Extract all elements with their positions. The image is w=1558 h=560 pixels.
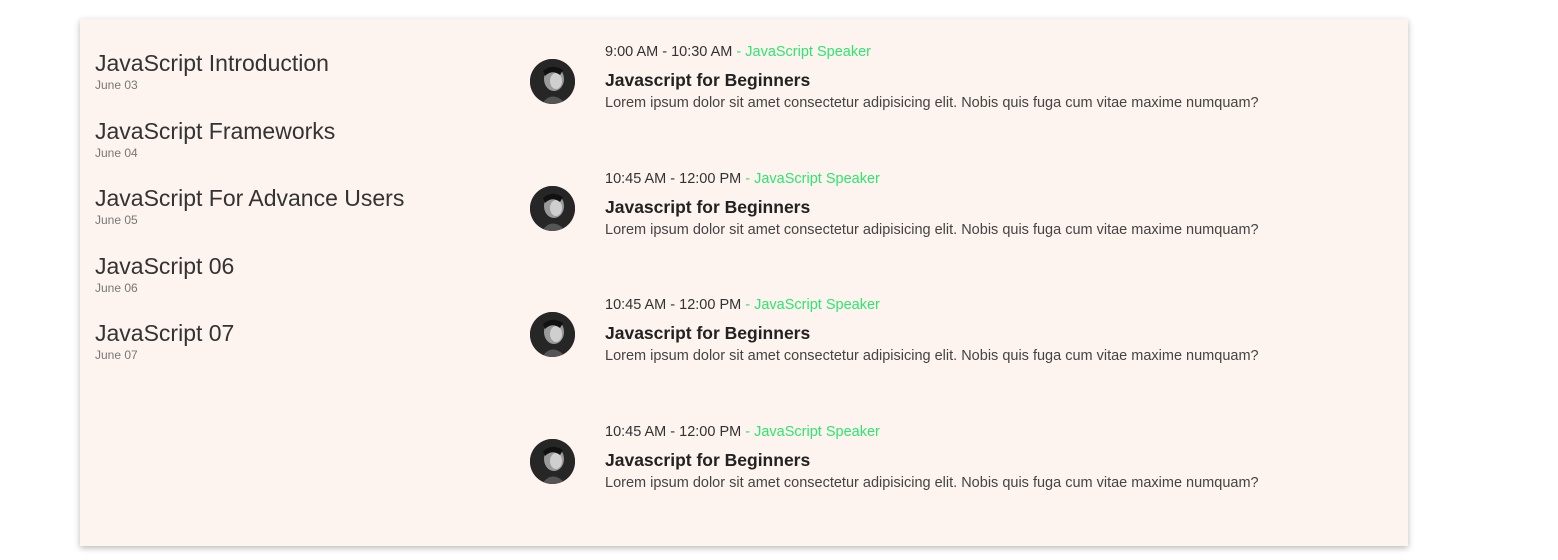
speaker-avatar xyxy=(530,438,575,484)
speaker-link[interactable]: - JavaScript Speaker xyxy=(741,171,880,187)
day-date: June 05 xyxy=(95,213,138,227)
day-title: JavaScript 06 xyxy=(95,252,235,279)
day-item-4[interactable]: JavaScript 06 June 06 xyxy=(95,253,495,321)
session-body: 10:45 AM - 12:00 PM - JavaScript Speaker… xyxy=(605,422,1259,493)
session-body: 10:45 AM - 12:00 PM - JavaScript Speaker… xyxy=(605,169,1259,240)
session-description: Lorem ipsum dolor sit amet consectetur a… xyxy=(605,348,1259,364)
day-list: JavaScript Introduction June 03 JavaScri… xyxy=(95,50,495,388)
speaker-name: JavaScript Speaker xyxy=(754,297,880,313)
session-list: 9:00 AM - 10:30 AM - JavaScript Speaker … xyxy=(530,42,1390,548)
session-time: 10:45 AM - 12:00 PM xyxy=(605,423,742,440)
session-item: 10:45 AM - 12:00 PM - JavaScript Speaker… xyxy=(530,169,1390,296)
day-date: June 06 xyxy=(95,280,138,295)
day-date: June 03 xyxy=(95,78,138,92)
day-item-3[interactable]: JavaScript For Advance Users June 05 xyxy=(95,185,495,253)
day-title: JavaScript Frameworks xyxy=(95,117,336,144)
session-description: Lorem ipsum dolor sit amet consectetur a… xyxy=(605,95,1259,111)
speaker-link[interactable]: - JavaScript Speaker xyxy=(741,297,880,313)
day-item-1[interactable]: JavaScript Introduction June 03 xyxy=(95,50,495,118)
day-item-2[interactable]: JavaScript Frameworks June 04 xyxy=(95,118,495,186)
speaker-avatar xyxy=(530,312,575,357)
separator: - xyxy=(741,423,755,440)
separator: - xyxy=(741,297,755,313)
speaker-name: JavaScript Speaker xyxy=(754,423,880,440)
session-item: 9:00 AM - 10:30 AM - JavaScript Speaker … xyxy=(530,42,1390,169)
day-title: JavaScript Introduction xyxy=(95,50,329,76)
session-time: 10:45 AM - 12:00 PM xyxy=(605,170,742,187)
day-date: June 07 xyxy=(95,348,138,362)
session-title: Javascript for Beginners xyxy=(605,449,811,470)
session-title: Javascript for Beginners xyxy=(605,196,811,217)
separator: - xyxy=(732,44,746,60)
speaker-avatar xyxy=(530,185,575,231)
session-time-line: 9:00 AM - 10:30 AM - JavaScript Speaker xyxy=(605,42,1259,62)
day-title: JavaScript 07 xyxy=(95,320,235,346)
session-body: 10:45 AM - 12:00 PM - JavaScript Speaker… xyxy=(605,295,1259,366)
day-title: JavaScript For Advance Users xyxy=(95,185,405,211)
speaker-link[interactable]: - JavaScript Speaker xyxy=(732,44,871,60)
session-item: 10:45 AM - 12:00 PM - JavaScript Speaker… xyxy=(530,295,1390,422)
session-title: Javascript for Beginners xyxy=(605,323,811,343)
session-time: 9:00 AM - 10:30 AM xyxy=(605,44,733,60)
day-date: June 04 xyxy=(95,145,138,160)
session-description: Lorem ipsum dolor sit amet consectetur a… xyxy=(605,474,1259,491)
session-time-line: 10:45 AM - 12:00 PM - JavaScript Speaker xyxy=(605,295,1259,315)
session-time: 10:45 AM - 12:00 PM xyxy=(605,297,742,313)
session-time-line: 10:45 AM - 12:00 PM - JavaScript Speaker xyxy=(605,169,1259,189)
speaker-avatar xyxy=(530,59,575,104)
speaker-name: JavaScript Speaker xyxy=(754,170,880,187)
session-item: 10:45 AM - 12:00 PM - JavaScript Speaker… xyxy=(530,422,1390,549)
separator: - xyxy=(741,170,755,187)
schedule-card: JavaScript Introduction June 03 JavaScri… xyxy=(80,19,1408,546)
speaker-name: JavaScript Speaker xyxy=(745,44,871,60)
session-body: 9:00 AM - 10:30 AM - JavaScript Speaker … xyxy=(605,42,1259,113)
session-description: Lorem ipsum dolor sit amet consectetur a… xyxy=(605,221,1259,238)
session-title: Javascript for Beginners xyxy=(605,70,811,90)
session-time-line: 10:45 AM - 12:00 PM - JavaScript Speaker xyxy=(605,422,1259,442)
day-item-5[interactable]: JavaScript 07 June 07 xyxy=(95,320,495,388)
speaker-link[interactable]: - JavaScript Speaker xyxy=(741,424,880,440)
